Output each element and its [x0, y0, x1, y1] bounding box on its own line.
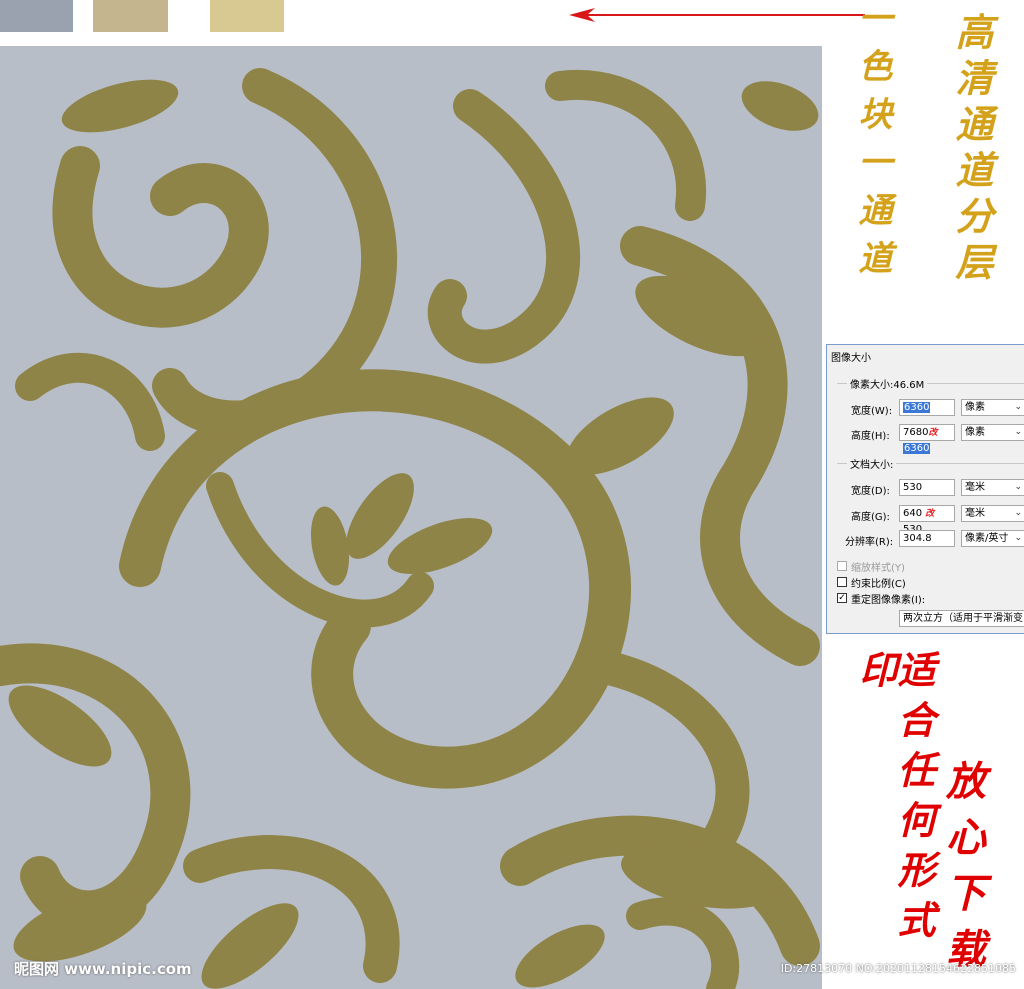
- height-old-value: 7680: [903, 427, 929, 438]
- resample-method-select[interactable]: 两次立方（适用于平滑渐变: [899, 610, 1024, 627]
- pointer-arrow-icon: [569, 8, 865, 22]
- width-label: 宽度(W):: [851, 406, 893, 417]
- chevron-down-icon: ⌄: [1014, 402, 1022, 412]
- scale-styles-label: 缩放样式(Y): [851, 563, 905, 574]
- chevron-down-icon: ⌄: [1014, 427, 1022, 437]
- constrain-proportions-checkbox[interactable]: [837, 577, 847, 587]
- document-size-group: 文档大小:: [837, 456, 1024, 471]
- color-swatch-3: [210, 0, 284, 32]
- doc-width-input[interactable]: 530: [899, 479, 955, 496]
- height-label: 高度(H):: [851, 431, 890, 442]
- site-watermark: 昵图网 www.nipic.com: [14, 960, 192, 978]
- resolution-unit-value: 像素/英寸: [965, 533, 1009, 544]
- width-value: 6360: [903, 402, 931, 413]
- height-value: 6360: [903, 443, 931, 454]
- chevron-down-icon: ⌄: [1014, 482, 1022, 492]
- color-swatch-1: [0, 0, 73, 32]
- width-unit-value: 像素: [965, 402, 985, 413]
- doc-width-label: 宽度(D):: [851, 486, 890, 497]
- doc-height-edit-mark: 改: [925, 509, 935, 519]
- resample-method-value: 两次立方（适用于平滑渐变: [903, 613, 1023, 624]
- doc-height-unit-value: 毫米: [965, 508, 985, 519]
- pixel-dimensions-label: 像素大小:46.6M: [847, 376, 928, 391]
- resolution-unit-select[interactable]: 像素/英寸 ⌄: [961, 530, 1024, 547]
- constrain-proportions-label: 约束比例(C): [851, 579, 906, 590]
- doc-width-value: 530: [903, 482, 923, 493]
- chevron-down-icon: ⌄: [1014, 508, 1022, 518]
- caption-print: 适合任何形式印: [853, 650, 936, 950]
- pixel-dimensions-group: 像素大小:46.6M: [837, 376, 1024, 391]
- caption-download: 放心下载: [939, 760, 986, 984]
- caption-hd-layers: 高清通道分层: [949, 12, 994, 288]
- resample-checkbox[interactable]: ✓: [837, 593, 847, 603]
- chevron-down-icon: ⌄: [1014, 533, 1022, 543]
- doc-height-input[interactable]: 640 改 530: [899, 505, 955, 535]
- damask-pattern-image: [0, 46, 822, 989]
- height-edit-mark: 改: [928, 428, 938, 438]
- resolution-label: 分辨率(R):: [845, 537, 894, 548]
- dialog-title: 图像大小: [831, 353, 871, 364]
- doc-height-label: 高度(G):: [851, 512, 890, 523]
- doc-height-unit-select[interactable]: 毫米 ⌄: [961, 505, 1024, 522]
- doc-width-unit-select[interactable]: 毫米 ⌄: [961, 479, 1024, 496]
- scale-styles-checkbox[interactable]: [837, 561, 847, 571]
- resolution-input[interactable]: 304.8: [899, 530, 955, 547]
- image-size-dialog: 图像大小 像素大小:46.6M 宽度(W): 6360 像素 ⌄ 高度(H): 7…: [826, 344, 1024, 634]
- height-unit-value: 像素: [965, 427, 985, 438]
- document-size-label: 文档大小:: [847, 456, 897, 471]
- image-id-watermark: ID:27813070 NO:20201128154622851085: [780, 962, 1016, 975]
- doc-width-unit-value: 毫米: [965, 482, 985, 493]
- width-unit-select[interactable]: 像素 ⌄: [961, 399, 1024, 416]
- width-input[interactable]: 6360: [899, 399, 955, 416]
- resolution-value: 304.8: [903, 533, 932, 544]
- doc-height-old-value: 640: [903, 508, 923, 519]
- caption-color-block: 一色块一通道: [852, 0, 892, 288]
- height-input[interactable]: 7680改 6360: [899, 424, 955, 454]
- height-unit-select[interactable]: 像素 ⌄: [961, 424, 1024, 441]
- resample-label: 重定图像像素(I):: [851, 595, 926, 606]
- color-swatch-2: [93, 0, 168, 32]
